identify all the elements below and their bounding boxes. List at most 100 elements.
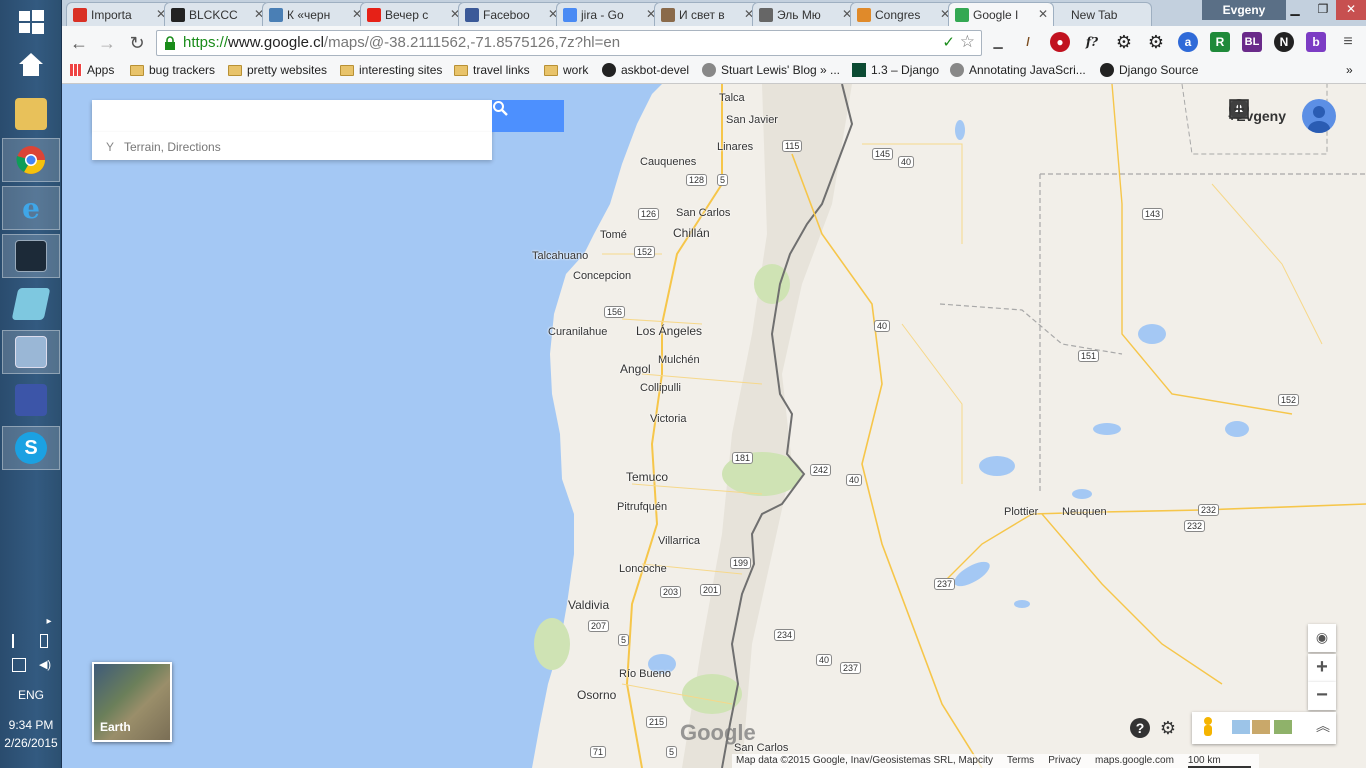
paintbrush-extension-icon[interactable]: /: [1018, 32, 1038, 52]
taskbar-virtualbox[interactable]: [2, 330, 60, 374]
help-icon[interactable]: ?: [1130, 718, 1150, 738]
zoom-out-button[interactable]: −: [1308, 682, 1336, 710]
bookmark-item[interactable]: travel links: [454, 63, 530, 77]
place-label[interactable]: Loncoche: [619, 563, 667, 575]
bookmarks-overflow-icon[interactable]: »: [1346, 63, 1353, 77]
tab-item[interactable]: jira - Go ✕: [556, 2, 662, 26]
photos-layer-icon[interactable]: [1274, 720, 1292, 734]
formula-extension-icon[interactable]: f?: [1082, 32, 1102, 52]
search-suggestion[interactable]: Y Terrain, Directions: [92, 132, 492, 160]
my-location-button[interactable]: ◉: [1308, 624, 1336, 652]
a-extension-icon[interactable]: a: [1178, 32, 1198, 52]
tab-close-icon[interactable]: ✕: [1038, 7, 1048, 21]
tab-active[interactable]: Google I ✕: [948, 2, 1054, 26]
search-input[interactable]: [92, 100, 492, 132]
place-label[interactable]: San Javier: [726, 114, 778, 126]
taskbar-chrome[interactable]: [2, 138, 60, 182]
gear-extension-icon[interactable]: ⚙: [1114, 32, 1134, 52]
flag-icon[interactable]: [12, 634, 26, 648]
adblock-extension-icon[interactable]: ●: [1050, 32, 1070, 52]
place-label[interactable]: Osorno: [577, 688, 616, 702]
check-icon[interactable]: ✓: [942, 33, 955, 51]
place-label[interactable]: Tomé: [600, 229, 627, 241]
clock-date[interactable]: 2/26/2015: [0, 736, 62, 750]
place-label[interactable]: Concepcion: [573, 270, 631, 282]
taskbar-notes[interactable]: [2, 282, 60, 326]
earth-view-toggle[interactable]: Earth: [92, 662, 172, 742]
show-hidden-icons-icon[interactable]: ▸: [42, 616, 56, 630]
place-label[interactable]: Linares: [717, 141, 753, 153]
place-label[interactable]: Chillán: [673, 226, 710, 240]
minimize-button[interactable]: ▁: [1280, 0, 1310, 20]
back-button[interactable]: ←: [68, 32, 90, 54]
bookmark-item[interactable]: 1.3 – Django: [852, 63, 939, 77]
tab-item[interactable]: New Tab: [1046, 2, 1152, 26]
reload-button[interactable]: ↻: [126, 32, 148, 54]
place-label[interactable]: Victoria: [650, 413, 686, 425]
place-label[interactable]: Mulchén: [658, 354, 700, 366]
taskbar-remote[interactable]: [2, 234, 60, 278]
place-label[interactable]: Valdivia: [568, 598, 609, 612]
place-label[interactable]: Collipulli: [640, 382, 681, 394]
place-label[interactable]: Neuquen: [1062, 506, 1107, 518]
taskbar-ie[interactable]: e: [2, 186, 60, 230]
taskbar-explorer[interactable]: [2, 92, 60, 136]
tab-item[interactable]: Эль Мю ✕: [752, 2, 858, 26]
start-button[interactable]: [2, 0, 60, 44]
bookmark-item[interactable]: Annotating JavaScri...: [950, 63, 1086, 77]
settings-extension-icon[interactable]: ⚙: [1146, 32, 1166, 52]
place-label[interactable]: Angol: [620, 362, 651, 376]
terms-link[interactable]: Terms: [1007, 755, 1034, 768]
r-extension-icon[interactable]: R: [1210, 32, 1230, 52]
bookmark-item[interactable]: interesting sites: [340, 63, 442, 77]
bookmark-item[interactable]: Django Source: [1100, 63, 1198, 77]
place-label[interactable]: Curanilahue: [548, 326, 607, 338]
search-button[interactable]: [492, 100, 564, 132]
pegman-icon[interactable]: [1200, 716, 1216, 740]
map-canvas[interactable]: Talca San Javier Linares Cauquenes San C…: [62, 84, 1366, 768]
tab-item[interactable]: И свет в ✕: [654, 2, 760, 26]
tab-item[interactable]: Вечер с ✕: [360, 2, 466, 26]
settings-gear-icon[interactable]: ⚙: [1158, 718, 1178, 738]
bookmark-item[interactable]: askbot-devel: [602, 63, 689, 77]
chrome-menu-icon[interactable]: ≡: [1338, 32, 1358, 52]
place-label[interactable]: Plottier: [1004, 506, 1038, 518]
input-language[interactable]: ENG: [0, 688, 62, 702]
tab-item[interactable]: Faceboo ✕: [458, 2, 564, 26]
address-bar[interactable]: https://www.google.cl/maps/@-38.2111562,…: [156, 30, 982, 56]
taskbar-home[interactable]: [2, 42, 60, 86]
terrain-layer-icon[interactable]: [1252, 720, 1270, 734]
expand-up-icon[interactable]: ︽: [1316, 716, 1330, 736]
taskbar-putty[interactable]: [2, 378, 60, 422]
maximize-button[interactable]: ❐: [1308, 0, 1338, 20]
bl-extension-icon[interactable]: BL: [1242, 32, 1262, 52]
privacy-link[interactable]: Privacy: [1048, 755, 1081, 768]
place-label[interactable]: Los Ángeles: [636, 324, 702, 338]
battery-icon[interactable]: [40, 634, 48, 648]
forward-button[interactable]: →: [96, 32, 118, 54]
bookmark-item[interactable]: work: [544, 63, 588, 77]
place-label[interactable]: Villarrica: [658, 535, 700, 547]
place-label[interactable]: San Carlos: [676, 207, 730, 219]
bookmark-item[interactable]: bug trackers: [130, 63, 215, 77]
close-window-button[interactable]: ✕: [1336, 0, 1366, 20]
n-extension-icon[interactable]: N: [1274, 32, 1294, 52]
volume-icon[interactable]: ◀): [38, 658, 52, 672]
share-plus-icon[interactable]: [1228, 98, 1250, 120]
bookmark-item[interactable]: Apps: [70, 63, 114, 77]
scale-bar[interactable]: 100 km: [1187, 755, 1251, 768]
bookmark-item[interactable]: Stuart Lewis' Blog » ...: [702, 63, 840, 77]
network-icon[interactable]: [12, 658, 26, 672]
place-label[interactable]: Pitrufquén: [617, 501, 667, 513]
tab-item[interactable]: BLCKCC ✕: [164, 2, 270, 26]
traffic-layer-icon[interactable]: [1232, 720, 1250, 734]
b-extension-icon[interactable]: b: [1306, 32, 1326, 52]
place-label[interactable]: Temuco: [626, 470, 668, 484]
place-label[interactable]: Cauquenes: [640, 156, 696, 168]
site-link[interactable]: maps.google.com: [1095, 755, 1174, 768]
tab-item[interactable]: Importa ✕: [66, 2, 172, 26]
place-label[interactable]: Talca: [719, 92, 745, 104]
avatar[interactable]: [1302, 99, 1336, 133]
place-label[interactable]: Talcahuano: [532, 250, 588, 262]
place-label[interactable]: Río Bueno: [619, 668, 671, 680]
